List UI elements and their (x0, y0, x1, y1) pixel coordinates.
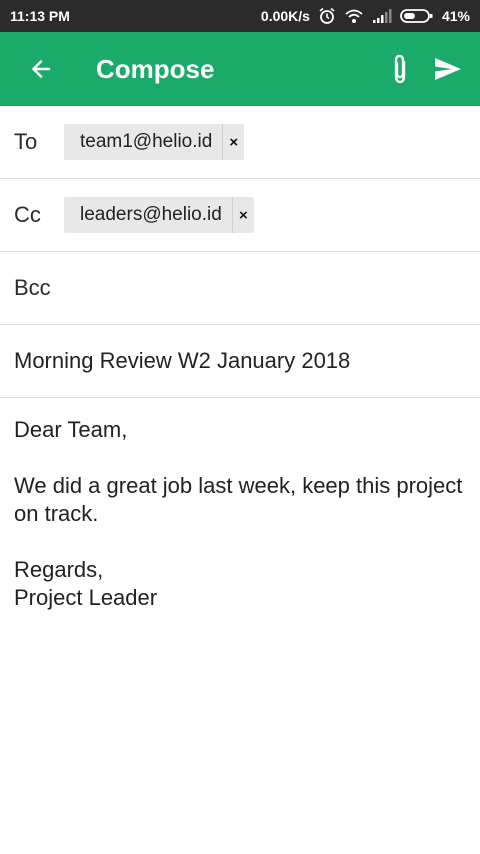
cc-recipient-chip[interactable]: leaders@helio.id × (64, 197, 254, 233)
battery-percent: 41% (441, 8, 470, 24)
remove-to-recipient-button[interactable]: × (222, 124, 244, 160)
cc-recipient-text: leaders@helio.id (80, 204, 222, 225)
body-message: We did a great job last week, keep this … (14, 473, 463, 526)
back-button[interactable] (0, 32, 84, 106)
to-recipient-text: team1@helio.id (80, 131, 213, 152)
bcc-label: Bcc (14, 275, 51, 300)
bcc-field[interactable]: Bcc (0, 252, 480, 325)
app-bar: Compose (0, 32, 480, 106)
remove-cc-recipient-button[interactable]: × (231, 197, 254, 233)
send-button[interactable] (424, 32, 472, 106)
body-closing: Regards, (14, 557, 104, 582)
alarm-icon (318, 7, 336, 25)
body-signature: Project Leader (14, 585, 158, 610)
subject-text: Morning Review W2 January 2018 (14, 348, 351, 373)
battery-icon (400, 8, 434, 24)
cc-field[interactable]: Cc leaders@helio.id × (0, 179, 480, 252)
to-field[interactable]: To team1@helio.id × (0, 106, 480, 179)
to-label: To (14, 129, 38, 154)
status-time: 11:13 PM (10, 8, 70, 24)
body-greeting: Dear Team, (14, 417, 128, 442)
cc-label: Cc (14, 202, 41, 227)
to-recipient-chip[interactable]: team1@helio.id × (64, 124, 245, 160)
back-arrow-icon (32, 60, 51, 78)
paperclip-icon (394, 54, 406, 84)
wifi-icon (344, 8, 364, 24)
status-bar: 11:13 PM 0.00K/s 41% (0, 0, 480, 32)
app-bar-actions (376, 32, 480, 106)
page-title: Compose (96, 53, 215, 84)
message-body[interactable]: Dear Team, We did a great job last week,… (14, 416, 464, 612)
signal-icon (372, 9, 392, 23)
network-speed: 0.00K/s (260, 8, 310, 24)
send-icon (435, 58, 461, 80)
subject-field[interactable]: Morning Review W2 January 2018 (0, 325, 480, 398)
status-indicators: 0.00K/s 41% (261, 7, 470, 25)
attach-button[interactable] (376, 32, 424, 106)
